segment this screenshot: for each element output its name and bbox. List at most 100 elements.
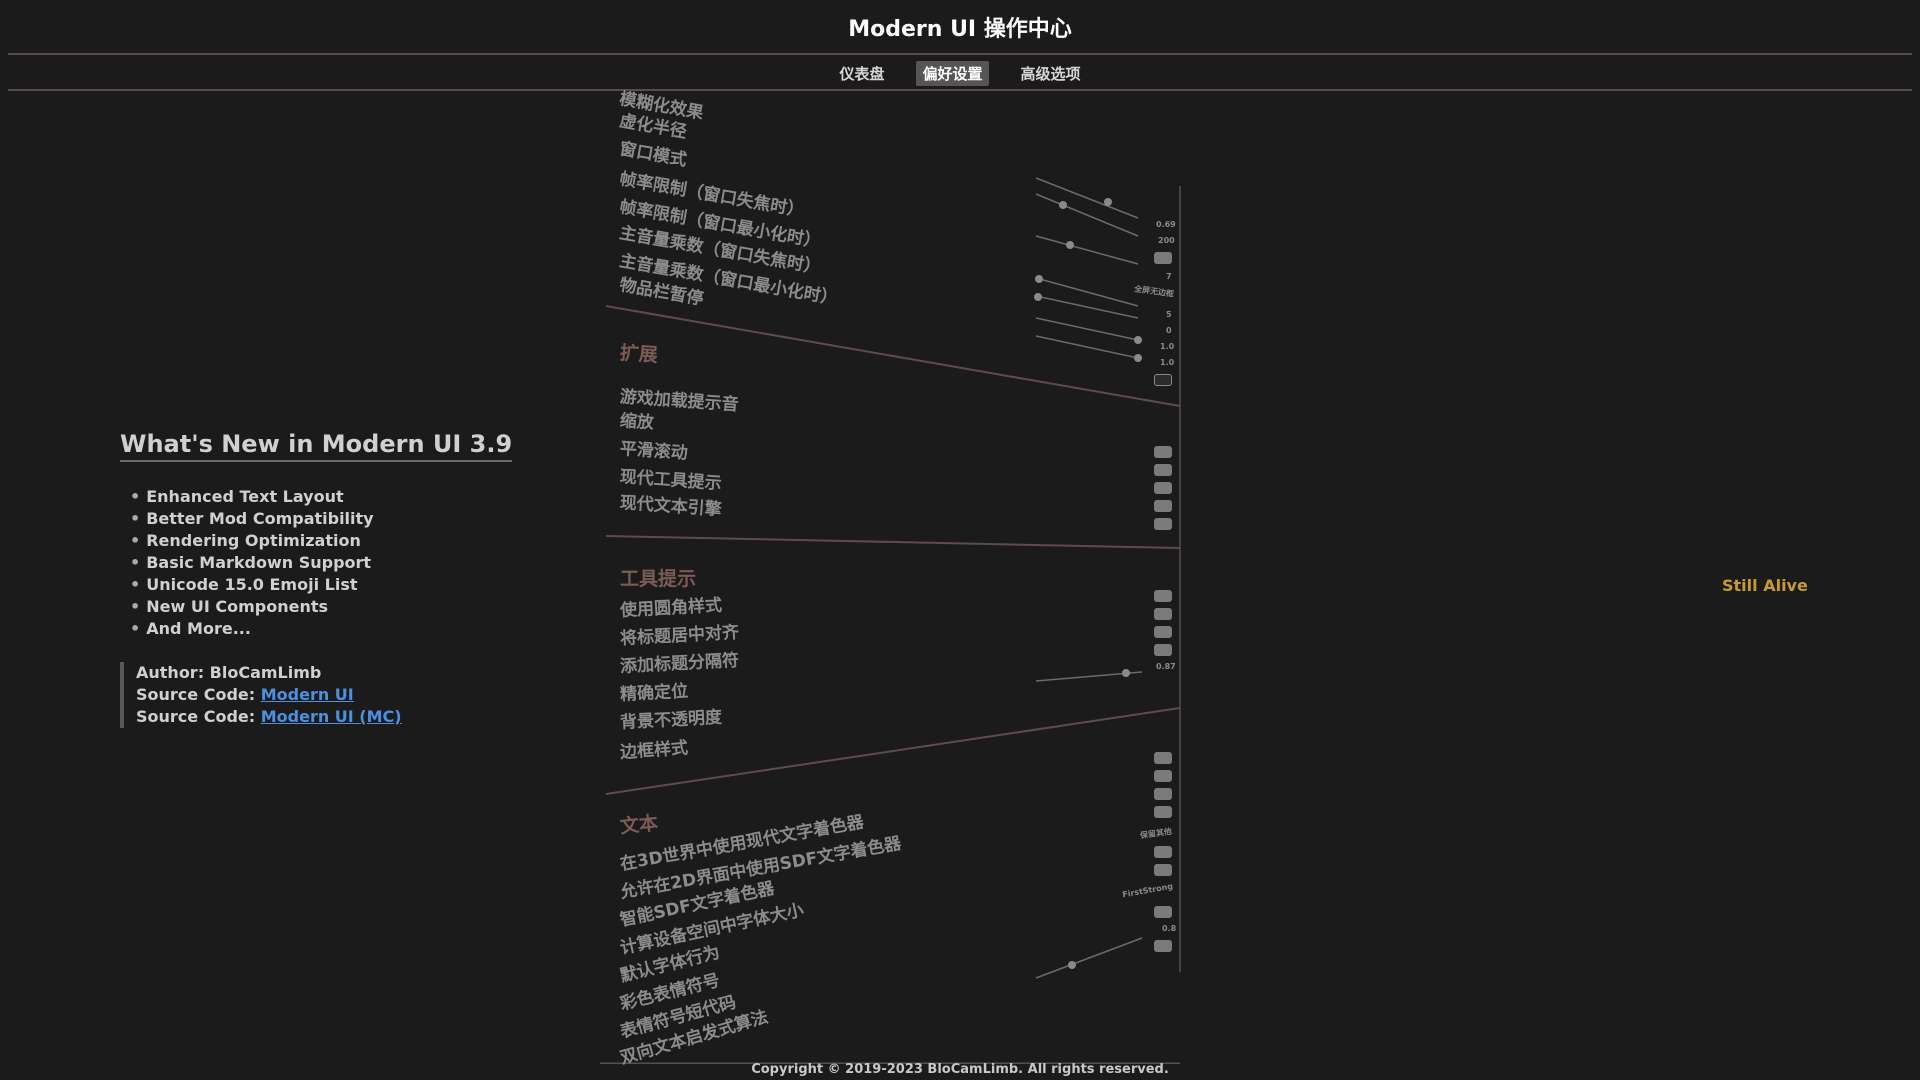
setting-label: 精确定位 xyxy=(619,681,689,705)
author-line: Author: BloCamLimb xyxy=(136,662,580,684)
bullet-icon: • xyxy=(130,553,141,572)
slider-handle[interactable] xyxy=(1134,354,1142,362)
toggle-text-3[interactable] xyxy=(1154,788,1172,800)
slider-font-size[interactable] xyxy=(1035,937,1143,979)
slider-handle[interactable] xyxy=(1104,198,1112,206)
toggle-smooth-scroll[interactable] xyxy=(1154,464,1172,476)
copyright-footer: Copyright © 2019-2023 BloCamLimb. All ri… xyxy=(751,1062,1169,1077)
setting-label: 平滑滚动 xyxy=(619,439,689,464)
source-link-modern-ui-mc[interactable]: Modern UI (MC) xyxy=(261,707,402,726)
feature-text: Rendering Optimization xyxy=(146,531,361,550)
credits-block: Author: BloCamLimb Source Code: Modern U… xyxy=(120,662,580,728)
toggle-inventory-pause[interactable] xyxy=(1154,252,1172,264)
author-name: BloCamLimb xyxy=(209,663,322,682)
setting-value: 1.0 xyxy=(1160,358,1175,367)
feature-text: Enhanced Text Layout xyxy=(146,487,344,506)
feature-text: Basic Markdown Support xyxy=(146,553,372,572)
feature-list: • Enhanced Text Layout • Better Mod Compat… xyxy=(130,486,580,640)
tab-bar: 仪表盘 偏好设置 高级选项 xyxy=(0,60,1920,86)
section-heading: 工具提示 xyxy=(620,568,697,590)
feature-text: And More... xyxy=(146,619,251,638)
toggle-text-8[interactable] xyxy=(1154,940,1172,952)
slider-handle[interactable] xyxy=(1035,275,1043,283)
tab-divider xyxy=(8,89,1912,91)
toggle-precise-position[interactable] xyxy=(1154,644,1172,656)
app-window: Modern UI 操作中心 仪表盘 偏好设置 高级选项 What's New … xyxy=(0,0,1920,1080)
tab-preferences[interactable]: 偏好设置 xyxy=(916,60,989,86)
toggle-center-title[interactable] xyxy=(1154,608,1172,620)
list-item: • New UI Components xyxy=(130,596,580,618)
author-label: Author: xyxy=(136,663,205,682)
toggle-loading-sound[interactable] xyxy=(1154,374,1172,386)
setting-value: 0 xyxy=(1166,326,1172,335)
feature-text: Unicode 15.0 Emoji List xyxy=(146,575,358,594)
list-item: • Basic Markdown Support xyxy=(130,552,580,574)
slider-framerate-unfocused[interactable] xyxy=(1035,235,1139,265)
setting-label: 使用圆角样式 xyxy=(619,595,723,621)
tab-dashboard[interactable]: 仪表盘 xyxy=(833,61,890,86)
setting-label: 边框样式 xyxy=(619,738,689,763)
list-item: • Unicode 15.0 Emoji List xyxy=(130,574,580,596)
slider-handle[interactable] xyxy=(1134,336,1142,344)
toggle-title-separator[interactable] xyxy=(1154,626,1172,638)
bullet-icon: • xyxy=(130,487,141,506)
whats-new-panel: What's New in Modern UI 3.9 • Enhanced Te… xyxy=(120,430,580,728)
slider-volume-minimized-2[interactable] xyxy=(1035,335,1142,362)
setting-value: 0.87 xyxy=(1156,662,1176,671)
window-title-text: Modern UI 操作中心 xyxy=(848,17,1072,42)
source-label: Source Code: xyxy=(136,685,256,704)
toggle-text-4[interactable] xyxy=(1154,806,1172,818)
toggle-modern-text-engine[interactable] xyxy=(1154,500,1172,512)
bullet-icon: • xyxy=(130,509,141,528)
list-item: • Better Mod Compatibility xyxy=(130,508,580,530)
toggle-text-5[interactable] xyxy=(1154,846,1172,858)
bullet-icon: • xyxy=(130,531,141,550)
setting-value: 5 xyxy=(1166,310,1172,319)
section-divider xyxy=(605,535,1181,549)
still-alive-label: Still Alive xyxy=(1722,576,1808,595)
bullet-icon: • xyxy=(130,575,141,594)
toggle-extension-5[interactable] xyxy=(1154,518,1172,530)
tab-advanced[interactable]: 高级选项 xyxy=(1015,61,1087,86)
slider-handle[interactable] xyxy=(1034,293,1042,301)
toggle-text-6[interactable] xyxy=(1154,864,1172,876)
slider-tooltip-opacity[interactable] xyxy=(1035,669,1143,682)
list-item: • And More... xyxy=(130,618,580,640)
source-label: Source Code: xyxy=(136,707,256,726)
bullet-icon: • xyxy=(130,597,141,616)
slider-handle[interactable] xyxy=(1066,241,1074,249)
toggle-rounded-style[interactable] xyxy=(1154,590,1172,602)
setting-value: 1.0 xyxy=(1160,342,1175,351)
source-link-modern-ui[interactable]: Modern UI xyxy=(261,685,354,704)
section-heading: 扩展 xyxy=(619,342,659,367)
setting-value: 7 xyxy=(1166,272,1172,281)
slider-handle[interactable] xyxy=(1059,201,1067,209)
title-divider xyxy=(8,53,1912,55)
feature-text: Better Mod Compatibility xyxy=(146,509,374,528)
toggle-text-7[interactable] xyxy=(1154,906,1172,918)
whats-new-title: What's New in Modern UI 3.9 xyxy=(120,430,513,462)
toggle-zoom[interactable] xyxy=(1154,446,1172,458)
slider-framerate-minimized[interactable] xyxy=(1035,275,1139,307)
list-item: • Enhanced Text Layout xyxy=(130,486,580,508)
slider-volume-unfocused[interactable] xyxy=(1034,293,1139,319)
feature-text: New UI Components xyxy=(146,597,328,616)
setting-value: 0.69 xyxy=(1156,220,1176,229)
source-line: Source Code: Modern UI xyxy=(136,684,580,706)
bullet-icon: • xyxy=(130,619,141,638)
section-heading: 文本 xyxy=(619,812,660,838)
toggle-text-1[interactable] xyxy=(1154,752,1172,764)
setting-value: 0.8 xyxy=(1162,924,1177,933)
settings-panel: 模糊化效果 虚化半径 窗口模式 帧率限制（窗口失焦时） 帧率限制（窗口最小化时）… xyxy=(596,89,1196,1069)
list-item: • Rendering Optimization xyxy=(130,530,580,552)
toggle-modern-tooltip[interactable] xyxy=(1154,482,1172,494)
slider-handle[interactable] xyxy=(1122,669,1130,677)
setting-value: 200 xyxy=(1158,236,1175,245)
setting-label: 缩放 xyxy=(619,411,655,434)
source-line: Source Code: Modern UI (MC) xyxy=(136,706,580,728)
slider-blur-radius[interactable] xyxy=(1035,193,1139,237)
setting-label: 背景不透明度 xyxy=(619,707,723,733)
slider-handle[interactable] xyxy=(1068,961,1076,969)
toggle-text-2[interactable] xyxy=(1154,770,1172,782)
slider-blur-effect[interactable] xyxy=(1035,177,1139,219)
